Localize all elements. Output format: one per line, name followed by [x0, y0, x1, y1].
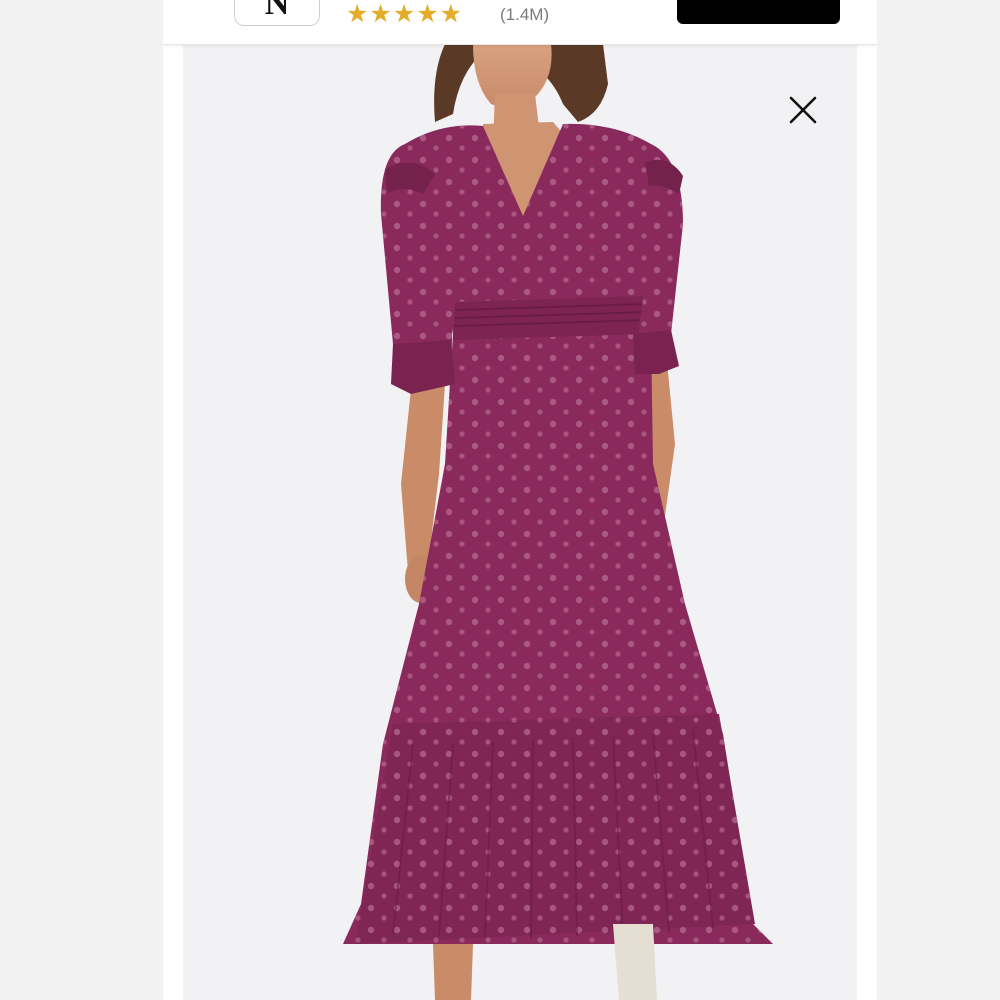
close-button[interactable]	[785, 92, 821, 128]
right-shoe	[613, 924, 657, 1000]
rating-stars: ★★★★★	[346, 0, 464, 28]
app-install-banner: N ★★★★★ (1.4M)	[163, 0, 877, 45]
right-cuff	[633, 330, 679, 374]
left-leg	[433, 944, 473, 1000]
get-app-button[interactable]	[677, 0, 840, 24]
rating-count: (1.4M)	[500, 5, 550, 24]
dress-illustration	[343, 44, 773, 1000]
close-icon	[789, 96, 817, 124]
phone-screen: N ★★★★★ (1.4M)	[163, 0, 877, 1000]
product-photo	[183, 44, 857, 1000]
screenshot-frame: N ★★★★★ (1.4M)	[0, 0, 1000, 1000]
left-cuff	[391, 340, 455, 394]
app-icon[interactable]: N	[234, 0, 320, 26]
